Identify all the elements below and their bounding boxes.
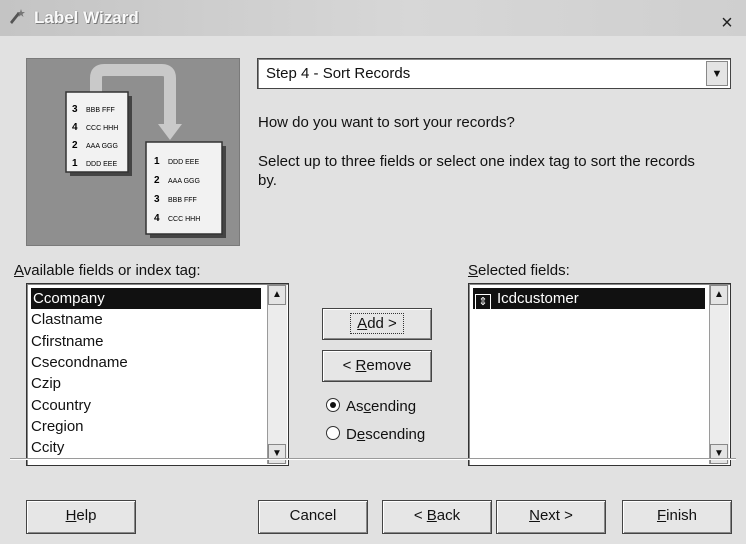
available-field-item[interactable]: Clastname bbox=[31, 309, 103, 330]
selected-field-item[interactable]: ⇕ Icdcustomer bbox=[473, 288, 705, 311]
remove-button[interactable]: < Remove bbox=[322, 350, 432, 382]
available-scrollbar[interactable]: ▲ ▼ bbox=[267, 285, 287, 464]
available-fields-label: Available fields or index tag: bbox=[14, 262, 201, 279]
selected-fields-label: Selected fields: bbox=[468, 262, 570, 279]
illustration-row-number: 1 bbox=[72, 158, 78, 169]
illustration-row-text: AAA GGG bbox=[86, 143, 118, 150]
selected-scrollbar[interactable]: ▲ ▼ bbox=[709, 285, 729, 464]
close-button[interactable]: × bbox=[716, 13, 738, 35]
title-bar: Label Wizard × bbox=[0, 0, 746, 37]
illustration-row-number: 3 bbox=[154, 194, 160, 205]
illustration-row-text: BBB FFF bbox=[168, 197, 197, 204]
available-field-item[interactable]: Cfirstname bbox=[31, 331, 104, 352]
selected-fields-list[interactable]: ⇕ Icdcustomer ▲ ▼ bbox=[468, 283, 731, 466]
illustration-row-text: CCC HHH bbox=[86, 125, 118, 132]
ascending-radio-dot[interactable] bbox=[326, 398, 340, 412]
ascending-radio[interactable]: Ascending bbox=[326, 398, 416, 415]
dropdown-arrow-icon[interactable]: ▼ bbox=[706, 61, 728, 86]
sort-question: How do you want to sort your records? bbox=[258, 114, 515, 131]
illustration-row-text: BBB FFF bbox=[86, 107, 115, 114]
available-fields-list[interactable]: Ccompany Clastname Cfirstname Csecondname Cz… bbox=[26, 283, 289, 466]
scroll-down-icon[interactable]: ▼ bbox=[268, 444, 286, 464]
sort-illustration: 3 BBB FFF 4 CCC HHH 2 AAA GGG 1 DDD EEE 1 DDD EE… bbox=[26, 58, 240, 246]
cancel-button[interactable]: Cancel bbox=[258, 500, 368, 534]
sort-illustration-graphic: 3 BBB FFF 4 CCC HHH 2 AAA GGG 1 DDD EEE 1 DDD EE… bbox=[65, 64, 226, 238]
wizard-wand-icon bbox=[10, 9, 25, 24]
available-field-item[interactable]: Ccountry bbox=[31, 395, 91, 416]
next-button[interactable]: Next > bbox=[496, 500, 606, 534]
available-field-item[interactable]: Ccompany bbox=[31, 288, 261, 309]
finish-button[interactable]: Finish bbox=[622, 500, 732, 534]
illustration-row-number: 3 bbox=[72, 104, 78, 115]
illustration-row-text: DDD EEE bbox=[168, 159, 199, 166]
illustration-row-number: 2 bbox=[72, 140, 78, 151]
illustration-row-number: 2 bbox=[154, 175, 160, 186]
step-dropdown[interactable]: Step 4 - Sort Records ▼ bbox=[257, 58, 731, 89]
illustration-row-number: 4 bbox=[154, 213, 160, 224]
button-separator bbox=[10, 458, 736, 460]
scroll-up-icon[interactable]: ▲ bbox=[710, 285, 728, 305]
descending-radio[interactable]: Descending bbox=[326, 426, 425, 443]
illustration-row-text: DDD EEE bbox=[86, 161, 117, 168]
scroll-up-icon[interactable]: ▲ bbox=[268, 285, 286, 305]
add-button[interactable]: Add > bbox=[322, 308, 432, 340]
window-title: Label Wizard bbox=[34, 8, 139, 27]
sort-instruction: Select up to three fields or select one … bbox=[258, 153, 695, 189]
available-field-item[interactable]: Csecondname bbox=[31, 352, 128, 373]
back-button[interactable]: < Back bbox=[382, 500, 492, 534]
descending-radio-dot[interactable] bbox=[326, 426, 340, 440]
step-dropdown-value: Step 4 - Sort Records bbox=[266, 65, 411, 82]
illustration-row-number: 1 bbox=[154, 156, 160, 167]
scroll-down-icon[interactable]: ▼ bbox=[710, 444, 728, 464]
available-field-item[interactable]: Ccity bbox=[31, 437, 64, 458]
illustration-row-text: CCC HHH bbox=[168, 216, 200, 223]
help-button[interactable]: Help bbox=[26, 500, 136, 534]
updown-move-icon[interactable]: ⇕ bbox=[475, 294, 491, 311]
illustration-row-number: 4 bbox=[72, 122, 78, 133]
illustration-row-text: AAA GGG bbox=[168, 178, 200, 185]
available-field-item[interactable]: Czip bbox=[31, 373, 61, 394]
available-field-item[interactable]: Cregion bbox=[31, 416, 84, 437]
